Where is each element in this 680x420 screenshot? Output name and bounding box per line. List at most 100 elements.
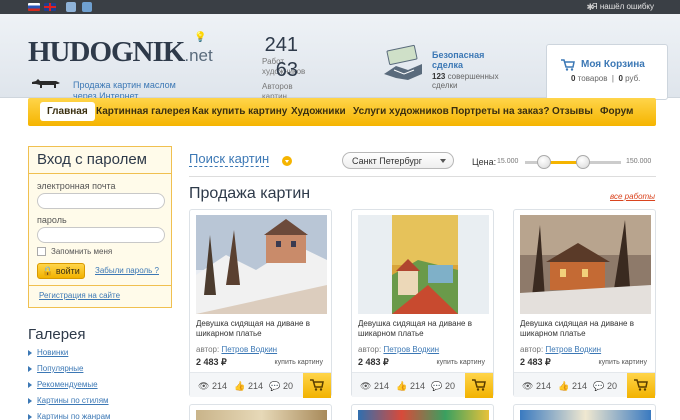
- menu-item-artists[interactable]: Художники: [291, 106, 346, 117]
- buy-link[interactable]: купить картину: [599, 359, 647, 366]
- russian-flag-icon[interactable]: [28, 3, 40, 11]
- card-author: автор: Петров Водкин: [520, 345, 602, 354]
- card-footer: 👁 214 👍 214 💬 20: [190, 372, 331, 398]
- card-price: 2 483 ₽: [358, 357, 389, 367]
- comment-icon[interactable]: 💬: [431, 381, 442, 392]
- safe-deal-title[interactable]: Безопасная сделка: [432, 50, 502, 70]
- menu-item-how-to-buy[interactable]: Как купить картину: [192, 106, 287, 117]
- lightbulb-icon: 💡: [194, 32, 207, 43]
- menu-item-artist-services[interactable]: Услуги художников: [353, 106, 449, 117]
- menu-item-portraits[interactable]: Портреты на заказ?: [451, 106, 549, 117]
- views-count: 214: [212, 381, 228, 391]
- eye-icon: 👁: [522, 381, 534, 391]
- thumbs-up-icon[interactable]: 👍: [396, 381, 407, 392]
- painting-card[interactable]: [513, 404, 656, 420]
- login-title: Вход с паролем: [37, 151, 147, 168]
- painting-image[interactable]: [520, 215, 651, 314]
- english-flag-icon[interactable]: [44, 3, 56, 11]
- safe-deal-count: 123 совершенных сделки: [432, 72, 499, 90]
- remember-checkbox[interactable]: [37, 247, 46, 256]
- forgot-password-link[interactable]: Забыли пароль ?: [95, 266, 159, 275]
- main-menu: Главная Картинная галерея Как купить кар…: [28, 98, 656, 126]
- author-link[interactable]: Петров Водкин: [545, 345, 601, 354]
- password-field[interactable]: [37, 227, 165, 243]
- login-button[interactable]: 🔒 войти: [37, 263, 85, 279]
- gallery-item-by-genre[interactable]: Картины по жанрам: [28, 412, 111, 420]
- thumbs-up-icon[interactable]: 👍: [558, 381, 569, 392]
- buy-link[interactable]: купить картину: [275, 359, 323, 366]
- buy-link[interactable]: купить картину: [437, 359, 485, 366]
- dachshund-icon: [32, 79, 60, 88]
- password-label: пароль: [37, 215, 67, 225]
- cart-summary: 0 товаров | 0 руб.: [571, 74, 641, 83]
- painting-card[interactable]: [351, 404, 494, 420]
- bug-report-link[interactable]: Я нашёл ошибку: [592, 2, 654, 11]
- painting-image[interactable]: [196, 215, 327, 314]
- register-link[interactable]: Регистрация на сайте: [39, 291, 120, 300]
- cart-title[interactable]: Моя Корзина: [581, 59, 645, 70]
- painting-image[interactable]: [358, 410, 489, 420]
- price-label: Цена:: [472, 157, 497, 167]
- menu-item-forum[interactable]: Форум: [600, 106, 633, 117]
- eye-icon: 👁: [198, 381, 210, 391]
- card-title[interactable]: Девушка сидящая на диване в шикарном пла…: [358, 319, 489, 339]
- price-slider[interactable]: [525, 155, 621, 169]
- email-field[interactable]: [37, 193, 165, 209]
- card-title[interactable]: Девушка сидящая на диване в шикарном пла…: [520, 319, 651, 339]
- painting-image[interactable]: [196, 410, 327, 420]
- price-slider-max-handle[interactable]: [575, 155, 590, 169]
- city-select[interactable]: Санкт Петербург: [342, 152, 454, 169]
- gallery-item-popular[interactable]: Популярные: [28, 364, 111, 380]
- views-count: 214: [374, 381, 390, 391]
- painting-card[interactable]: Девушка сидящая на диване в шикарном пла…: [513, 209, 656, 398]
- card-title[interactable]: Девушка сидящая на диване в шикарном пла…: [196, 319, 327, 339]
- painting-image[interactable]: [358, 215, 489, 314]
- card-author: автор: Петров Водкин: [196, 345, 278, 354]
- chevron-down-icon[interactable]: [282, 156, 292, 166]
- user-icon[interactable]: [82, 2, 92, 12]
- painting-card[interactable]: Девушка сидящая на диване в шикарном пла…: [351, 209, 494, 398]
- card-price: 2 483 ₽: [520, 357, 551, 367]
- gallery-item-by-style[interactable]: Картины по стилям: [28, 396, 111, 412]
- vk-icon[interactable]: [66, 2, 76, 12]
- cart-widget[interactable]: Моя Корзина 0 товаров | 0 руб.: [546, 44, 668, 100]
- gallery-list: Новинки Популярные Рекомендуемые Картины…: [28, 348, 111, 420]
- gallery-item-recommended[interactable]: Рекомендуемые: [28, 380, 111, 396]
- lock-icon: 🔒: [42, 266, 54, 276]
- add-to-cart-button[interactable]: [627, 373, 655, 398]
- card-footer: 👁 214 👍 214 💬 20: [514, 372, 655, 398]
- gallery-title: Галерея: [28, 326, 86, 343]
- site-logo[interactable]: HUDOGNIK.net: [28, 36, 213, 69]
- divider: [29, 285, 171, 286]
- menu-item-reviews[interactable]: Отзывы: [552, 106, 593, 117]
- search-paintings-link[interactable]: Поиск картин: [189, 152, 270, 167]
- painting-card[interactable]: Девушка сидящая на диване в шикарном пла…: [189, 209, 332, 398]
- gallery-item-new[interactable]: Новинки: [28, 348, 111, 364]
- card-footer: 👁 214 👍 214 💬 20: [352, 372, 493, 398]
- site-header: HUDOGNIK.net 💡 Продажа картин маслом чер…: [0, 14, 680, 101]
- comments-count: 20: [283, 381, 294, 391]
- comment-icon[interactable]: 💬: [269, 381, 280, 392]
- sale-title: Продажа картин: [189, 185, 311, 202]
- handshake-money-icon: [384, 44, 422, 80]
- divider: [29, 173, 171, 174]
- price-slider-min-handle[interactable]: [537, 155, 552, 169]
- author-link[interactable]: Петров Водкин: [221, 345, 277, 354]
- menu-item-gallery[interactable]: Картинная галерея: [96, 106, 190, 117]
- likes-count: 214: [572, 381, 588, 391]
- shopping-cart-icon: [561, 59, 575, 71]
- divider: [189, 176, 656, 177]
- price-min: 15.000: [497, 158, 519, 165]
- likes-count: 214: [248, 381, 264, 391]
- author-link[interactable]: Петров Водкин: [383, 345, 439, 354]
- menu-item-home[interactable]: Главная: [40, 102, 95, 121]
- views-count: 214: [536, 381, 552, 391]
- all-works-link[interactable]: все работы: [610, 192, 655, 201]
- comment-icon[interactable]: 💬: [593, 381, 604, 392]
- add-to-cart-button[interactable]: [465, 373, 493, 398]
- painting-card[interactable]: [189, 404, 332, 420]
- add-to-cart-button[interactable]: [303, 373, 331, 398]
- thumbs-up-icon[interactable]: 👍: [234, 381, 245, 392]
- comments-count: 20: [607, 381, 618, 391]
- painting-image[interactable]: [520, 410, 651, 420]
